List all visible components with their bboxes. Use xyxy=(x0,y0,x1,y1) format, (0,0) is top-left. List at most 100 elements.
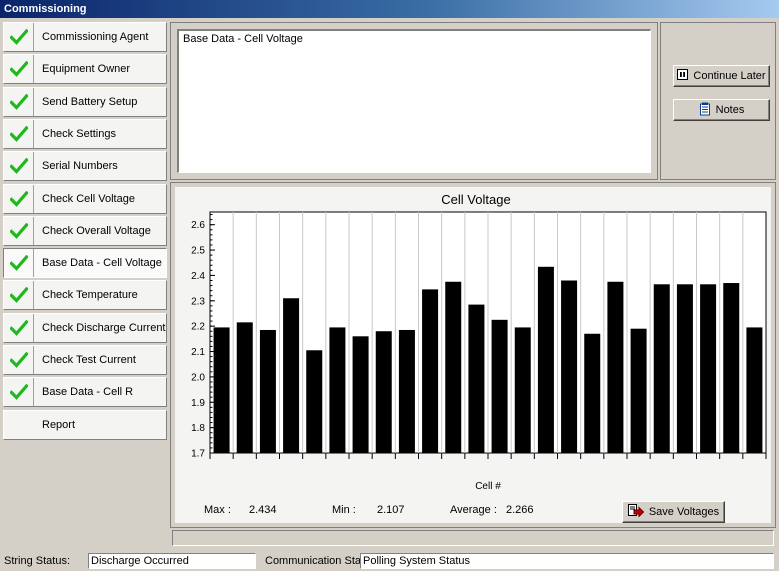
bar-cell-15 xyxy=(537,266,554,453)
status-bar: String Status: Discharge Occurred Commun… xyxy=(0,551,779,571)
sidebar-item-check-temperature[interactable]: Check Temperature xyxy=(3,280,167,310)
progress-line xyxy=(172,530,774,546)
notes-button[interactable]: Notes xyxy=(673,99,770,121)
bar-cell-6 xyxy=(329,327,346,453)
average-value: 2.266 xyxy=(506,504,534,516)
bar-cell-11 xyxy=(445,281,462,453)
notes-label: Notes xyxy=(715,104,745,116)
checkmark-icon xyxy=(4,120,34,148)
checkmark-icon xyxy=(4,217,34,245)
sidebar-item-check-settings[interactable]: Check Settings xyxy=(3,119,167,149)
window-title: Commissioning xyxy=(4,3,87,15)
bar-cell-13 xyxy=(491,319,508,453)
save-arrow-icon xyxy=(627,504,645,520)
bar-cell-19 xyxy=(630,328,647,453)
string-status-field: Discharge Occurred xyxy=(88,553,256,569)
sidebar-item-base-data-cell-voltage[interactable]: Base Data - Cell Voltage xyxy=(3,248,167,278)
sidebar-item-label: Equipment Owner xyxy=(42,63,131,75)
sidebar-item-label: Send Battery Setup xyxy=(42,96,138,108)
min-label: Min : xyxy=(332,504,356,516)
voltage-stats: Max : 2.434 Min : 2.107 Average : 2.266 … xyxy=(175,499,771,523)
notepad-icon xyxy=(699,102,711,119)
bar-cell-23 xyxy=(723,283,740,453)
sidebar-item-equipment-owner[interactable]: Equipment Owner xyxy=(3,54,167,84)
max-value: 2.434 xyxy=(249,504,277,516)
average-label: Average : xyxy=(450,504,497,516)
bar-cell-3 xyxy=(259,329,276,453)
y-tick-label: 2.4 xyxy=(191,271,205,282)
cell-voltage-chart: Cell Voltage 1.7 1.8 1.9 2.0 2.1 2.2 2.3 2.4 2.5… xyxy=(191,192,767,492)
pause-icon xyxy=(677,69,689,83)
action-panel: Continue Later Notes xyxy=(660,22,776,180)
communication-status-field: Polling System Status xyxy=(360,553,774,569)
y-tick-label: 1.8 xyxy=(191,423,205,434)
checkmark-icon xyxy=(4,281,34,309)
checkmark-icon xyxy=(4,346,34,374)
sidebar-item-label: Check Discharge Current xyxy=(42,322,166,334)
sidebar-item-serial-numbers[interactable]: Serial Numbers xyxy=(3,151,167,181)
bar-cell-18 xyxy=(607,281,624,453)
sidebar-item-label: Commissioning Agent xyxy=(42,31,149,43)
y-tick-label: 2.5 xyxy=(191,246,205,257)
bar-cell-1 xyxy=(213,327,230,453)
checkmark-icon xyxy=(4,55,34,83)
wizard-step-list: Commissioning Agent Equipment Owner Send B… xyxy=(3,22,167,540)
sidebar-item-label: Serial Numbers xyxy=(42,160,118,172)
checkmark-icon xyxy=(4,314,34,342)
y-tick-label: 2.1 xyxy=(191,347,205,358)
continue-later-button[interactable]: Continue Later xyxy=(673,65,770,87)
bar-cell-21 xyxy=(676,284,693,453)
checkmark-icon xyxy=(4,152,34,180)
chart-area: Cell Voltage 1.7 1.8 1.9 2.0 2.1 2.2 2.3 2.4 2.5… xyxy=(175,187,771,523)
sidebar-item-check-overall-voltage[interactable]: Check Overall Voltage xyxy=(3,216,167,246)
message-text: Base Data - Cell Voltage xyxy=(183,33,303,45)
chart-panel: Cell Voltage 1.7 1.8 1.9 2.0 2.1 2.2 2.3 2.4 2.5… xyxy=(170,182,776,528)
y-tick-label: 1.9 xyxy=(191,398,205,409)
sidebar-item-check-discharge-current[interactable]: Check Discharge Current xyxy=(3,313,167,343)
bar-cell-17 xyxy=(584,333,601,453)
y-tick-label: 2.2 xyxy=(191,322,205,333)
bar-cell-2 xyxy=(236,322,253,453)
bar-cell-24 xyxy=(746,327,763,453)
x-axis-label: Cell # xyxy=(475,481,501,492)
sidebar-item-base-data-cell-r[interactable]: Base Data - Cell R xyxy=(3,377,167,407)
string-status-label: String Status: xyxy=(4,555,71,567)
sidebar-item-check-cell-voltage[interactable]: Check Cell Voltage xyxy=(3,184,167,214)
bar-cell-16 xyxy=(561,280,578,453)
sidebar-item-report[interactable]: Report xyxy=(3,410,167,440)
bar-cell-10 xyxy=(422,289,439,453)
save-voltages-label: Save Voltages xyxy=(648,506,720,518)
message-box: Base Data - Cell Voltage xyxy=(177,29,651,173)
y-tick-label: 2.6 xyxy=(191,220,205,231)
sidebar-item-send-battery-setup[interactable]: Send Battery Setup xyxy=(3,87,167,117)
bar-cell-8 xyxy=(375,331,392,453)
min-value: 2.107 xyxy=(377,504,405,516)
checkmark-icon xyxy=(4,88,34,116)
message-panel: Base Data - Cell Voltage xyxy=(170,22,658,180)
bar-cell-22 xyxy=(700,284,717,453)
y-tick-label: 2.0 xyxy=(191,372,205,383)
sidebar-item-label: Report xyxy=(42,419,76,431)
sidebar-item-label: Check Overall Voltage xyxy=(42,225,151,237)
checkmark-icon xyxy=(4,249,34,277)
bar-cell-7 xyxy=(352,336,369,453)
sidebar-item-label: Base Data - Cell R xyxy=(42,386,134,398)
sidebar-item-label: Check Settings xyxy=(42,128,116,140)
max-label: Max : xyxy=(204,504,231,516)
sidebar-item-check-test-current[interactable]: Check Test Current xyxy=(3,345,167,375)
y-tick-label: 2.3 xyxy=(191,296,205,307)
sidebar-item-commissioning-agent[interactable]: Commissioning Agent xyxy=(3,22,167,52)
checkmark-icon xyxy=(4,185,34,213)
window-title-bar: Commissioning xyxy=(0,0,779,18)
bar-cell-9 xyxy=(398,329,415,453)
checkmark-icon xyxy=(4,378,34,406)
sidebar-item-label: Check Cell Voltage xyxy=(42,193,135,205)
bar-cell-5 xyxy=(306,350,323,453)
bar-cell-14 xyxy=(514,327,531,453)
save-voltages-button[interactable]: Save Voltages xyxy=(622,501,725,523)
sidebar-item-label: Base Data - Cell Voltage xyxy=(42,257,162,269)
y-tick-label: 1.7 xyxy=(191,449,205,460)
checkmark-icon xyxy=(4,23,34,51)
sidebar-item-label: Check Temperature xyxy=(42,289,138,301)
bar-cell-12 xyxy=(468,304,485,453)
